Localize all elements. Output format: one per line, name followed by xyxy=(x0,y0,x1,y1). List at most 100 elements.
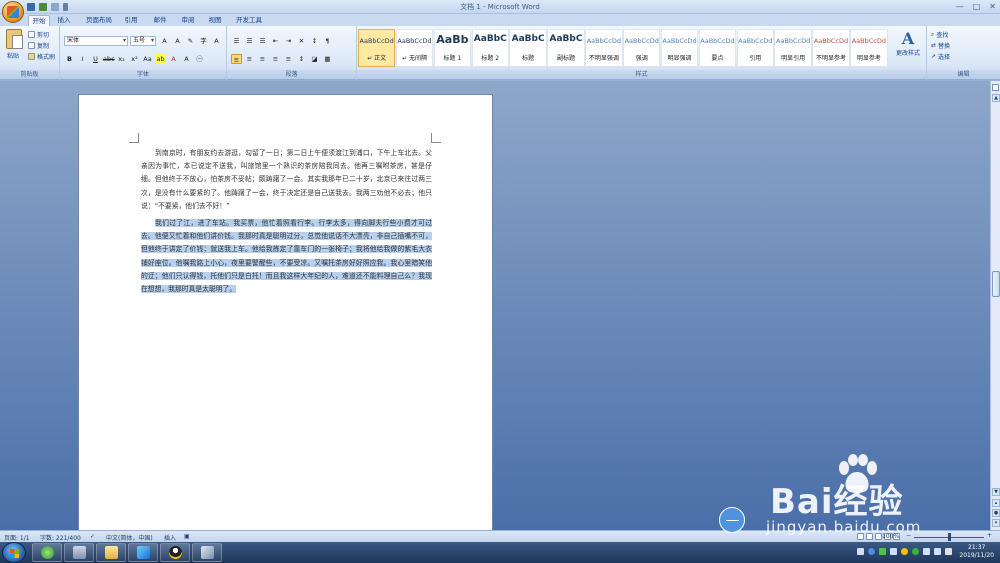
vertical-scrollbar[interactable]: ▲ ▼ ▴ ● ▾ xyxy=(990,81,1000,530)
tab-view[interactable]: 视图 xyxy=(204,15,226,26)
style-item[interactable]: AaBbCcDd 明显参考 xyxy=(850,29,888,67)
style-item[interactable]: AaBbC 副标题 xyxy=(547,29,585,67)
start-button[interactable] xyxy=(2,542,26,563)
line-spacing-button[interactable]: ↕ xyxy=(296,54,307,64)
macro-record-icon[interactable]: ▣ xyxy=(184,533,190,540)
page-count[interactable]: 页面: 1/1 xyxy=(4,533,30,542)
tray-qq-icon[interactable] xyxy=(901,548,908,555)
change-styles-button[interactable]: A 更改样式 xyxy=(893,29,923,67)
document-page[interactable]: 到南京时，有朋友约去游逛，勾留了一日；第二日上午便须渡江到浦口，下午上车北去。父… xyxy=(78,94,493,534)
tab-references[interactable]: 引用 xyxy=(120,15,142,26)
cut-button[interactable]: 剪切 xyxy=(28,30,49,39)
decrease-indent-button[interactable]: ⇤ xyxy=(270,36,281,46)
scroll-thumb[interactable] xyxy=(992,271,1000,297)
italic-button[interactable]: I xyxy=(77,54,88,64)
paste-button[interactable]: 粘贴 xyxy=(7,51,19,60)
tab-page-layout[interactable]: 页面布局 xyxy=(83,15,115,26)
tab-review[interactable]: 审阅 xyxy=(177,15,199,26)
distributed-button[interactable]: ≡ xyxy=(283,54,294,64)
style-item[interactable]: AaBbCcDd ↵ 正文 xyxy=(358,29,396,67)
grow-font-button[interactable]: A xyxy=(159,36,170,46)
close-button[interactable]: ✕ xyxy=(989,2,996,11)
show-marks-button[interactable]: ¶ xyxy=(322,36,333,46)
paragraph-2-selected[interactable]: 我们过了江，进了车站。我买票，他忙着照看行李。行李太多，得向脚夫行些小费才可过去… xyxy=(141,217,432,296)
taskbar-360-browser[interactable] xyxy=(32,543,62,562)
font-color-button[interactable]: A xyxy=(168,54,179,64)
align-justify-button[interactable]: ≡ xyxy=(231,54,242,64)
justify-button[interactable]: ≡ xyxy=(270,54,281,64)
taskbar-qq[interactable] xyxy=(160,543,190,562)
style-item[interactable]: AaBbCcDd 强调 xyxy=(623,29,661,67)
style-item[interactable]: AaBbC 标题 2 xyxy=(471,29,509,67)
copy-button[interactable]: 复制 xyxy=(28,41,49,50)
insert-mode[interactable]: 插入 xyxy=(164,533,176,542)
style-item[interactable]: AaBbCcDd ↵ 无间隔 xyxy=(395,29,434,67)
scroll-up-button[interactable]: ▲ xyxy=(992,94,1000,102)
proofing-icon[interactable]: ✓ xyxy=(90,533,95,540)
paragraph-1[interactable]: 到南京时，有朋友约去游逛，勾留了一日；第二日上午便须渡江到浦口，下午上车北去。父… xyxy=(141,147,432,213)
taskbar-word[interactable] xyxy=(192,543,222,562)
style-item[interactable]: AaBbCcDd 不明显参考 xyxy=(812,29,850,67)
maximize-button[interactable]: □ xyxy=(973,2,981,11)
scroll-down-button[interactable]: ▼ xyxy=(992,488,1000,496)
language-status[interactable]: 中文(简体，中国) xyxy=(106,533,153,542)
underline-button[interactable]: U xyxy=(90,54,101,64)
shrink-font-button[interactable]: A xyxy=(172,36,183,46)
multilevel-list-button[interactable]: ☰ xyxy=(257,36,268,46)
tray-help-icon[interactable] xyxy=(868,548,875,555)
style-item[interactable]: AaBbC 标题 xyxy=(509,29,547,67)
clock[interactable]: 21:37 2019/11/20 xyxy=(959,544,994,560)
align-right-button[interactable]: ≡ xyxy=(257,54,268,64)
clear-format-button[interactable]: ✎ xyxy=(185,36,196,46)
superscript-button[interactable]: x² xyxy=(129,54,140,64)
style-item[interactable]: AaBb 标题 1 xyxy=(433,29,472,67)
strikethrough-button[interactable]: abc xyxy=(103,54,115,64)
align-center-button[interactable]: ≡ xyxy=(244,54,255,64)
office-button[interactable] xyxy=(2,1,24,23)
prev-page-button[interactable]: ▴ xyxy=(992,499,1000,507)
sort-button[interactable]: ↕ xyxy=(309,36,320,46)
taskbar-media-player[interactable] xyxy=(128,543,158,562)
numbering-button[interactable]: ☰ xyxy=(244,36,255,46)
tray-flag-icon[interactable] xyxy=(945,548,952,555)
tab-developer[interactable]: 开发工具 xyxy=(233,15,265,26)
bold-button[interactable]: B xyxy=(64,54,75,64)
bullets-button[interactable]: ☰ xyxy=(231,36,242,46)
taskbar-library[interactable] xyxy=(64,543,94,562)
tab-insert[interactable]: 插入 xyxy=(53,15,75,26)
font-size-select[interactable]: 五号 xyxy=(130,36,156,46)
chinese-layout-button[interactable]: ✕ xyxy=(296,36,307,46)
change-case-button[interactable]: Aa xyxy=(142,54,153,64)
tab-home[interactable]: 开始 xyxy=(28,15,50,26)
tray-wechat-icon[interactable] xyxy=(912,548,919,555)
selected-text[interactable]: 我们过了江，进了车站。我买票，他忙着照看行李。行李太多，得向脚夫行些小费才可过去… xyxy=(141,219,432,294)
select-button[interactable]: ➚ 选择 xyxy=(931,52,950,61)
increase-indent-button[interactable]: ⇥ xyxy=(283,36,294,46)
tray-security-icon[interactable] xyxy=(879,548,886,555)
word-count[interactable]: 字数: 221/400 xyxy=(40,533,81,542)
format-painter-button[interactable]: 格式刷 xyxy=(28,52,55,61)
phonetic-button[interactable]: 字 xyxy=(198,36,209,46)
borders-button[interactable]: ▦ xyxy=(322,54,333,64)
minimize-button[interactable]: — xyxy=(956,2,964,11)
subscript-button[interactable]: x₂ xyxy=(116,54,127,64)
paste-icon[interactable] xyxy=(6,29,23,49)
next-page-button[interactable]: ▾ xyxy=(992,519,1000,527)
tray-input-icon[interactable] xyxy=(857,548,864,555)
char-shading-button[interactable]: A xyxy=(181,54,192,64)
replace-button[interactable]: ⇄ 替换 xyxy=(931,41,950,50)
tray-volume-icon[interactable] xyxy=(934,548,941,555)
font-family-select[interactable]: 宋体 xyxy=(64,36,128,46)
shading-button[interactable]: ◪ xyxy=(309,54,320,64)
ruler-toggle-icon[interactable] xyxy=(992,84,999,91)
style-item[interactable]: AaBbCcDd 明显强调 xyxy=(660,29,699,67)
enclose-char-button[interactable]: ㊀ xyxy=(194,54,205,64)
char-border-button[interactable]: A xyxy=(211,36,222,46)
style-item[interactable]: AaBbCcDd 要点 xyxy=(698,29,737,67)
style-item[interactable]: AaBbCcDd 明显引用 xyxy=(774,29,812,67)
tray-network-icon[interactable] xyxy=(923,548,930,555)
taskbar-explorer[interactable] xyxy=(96,543,126,562)
tab-mailings[interactable]: 邮件 xyxy=(149,15,171,26)
tray-update-icon[interactable] xyxy=(890,548,897,555)
find-button[interactable]: ⌕ 查找 xyxy=(931,30,948,40)
